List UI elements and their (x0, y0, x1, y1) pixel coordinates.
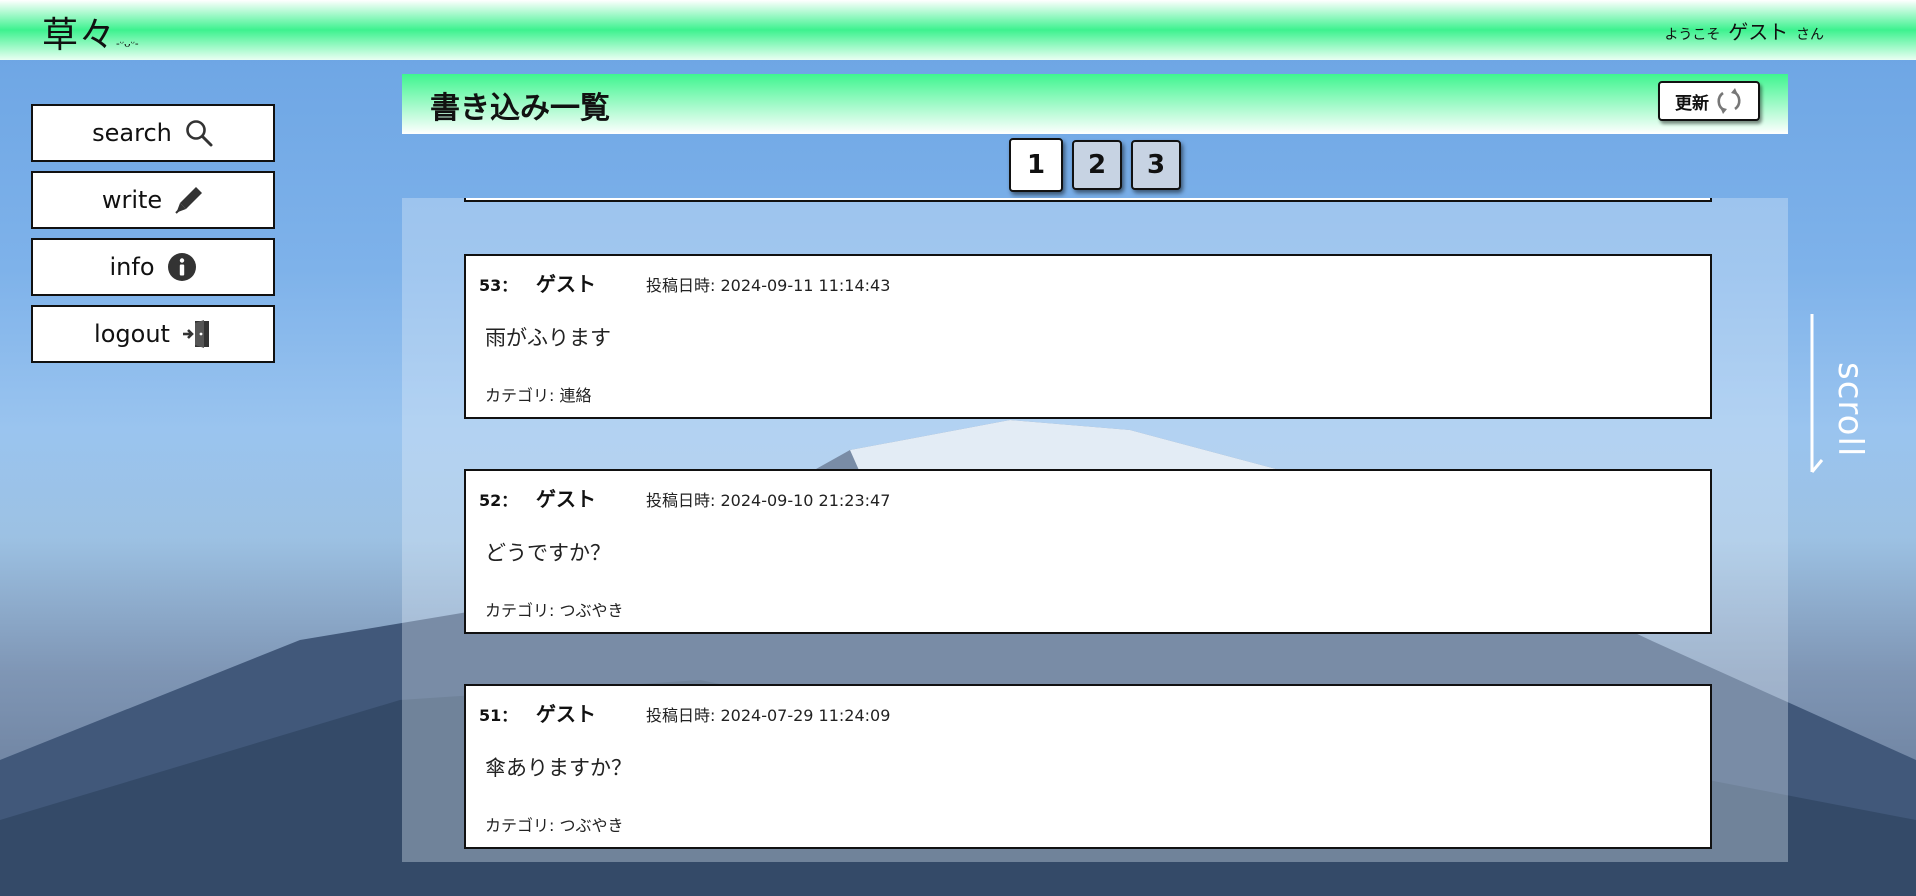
pagination: 1 2 3 (402, 134, 1788, 198)
search-label: search (92, 119, 172, 147)
post-card: 53： ゲスト 投稿日時: 2024-09-11 11:14:43 雨がふります… (464, 254, 1712, 419)
post-body: どうですか？ (485, 541, 611, 565)
post-number: 52： (479, 491, 518, 510)
scroll-label: scroll (1830, 362, 1870, 458)
page-button-3[interactable]: 3 (1131, 140, 1181, 190)
sidebar: search write info logout (31, 104, 277, 372)
post-card: 52： ゲスト 投稿日時: 2024-09-10 21:23:47 どうですか？… (464, 469, 1712, 634)
scroll-hint: scroll (1808, 312, 1878, 482)
post-date: 投稿日時: 2024-09-10 21:23:47 (646, 491, 891, 510)
search-button[interactable]: search (31, 104, 275, 162)
post-number: 51： (479, 706, 518, 725)
post-number: 53： (479, 276, 518, 295)
user-name: ゲスト (1728, 20, 1789, 44)
welcome-suffix: さん (1796, 27, 1824, 43)
post-date: 投稿日時: 2024-09-11 11:14:43 (646, 276, 891, 295)
refresh-label: 更新 (1675, 93, 1709, 114)
post-meta: 52： ゲスト 投稿日時: 2024-09-10 21:23:47 (479, 483, 890, 512)
logout-label: logout (94, 320, 170, 348)
write-button[interactable]: write (31, 171, 275, 229)
post-category: カテゴリ: つぶやき (485, 601, 624, 620)
page-button-1[interactable]: 1 (1009, 138, 1063, 192)
post-category: カテゴリ: 連絡 (485, 386, 592, 405)
page-button-2[interactable]: 2 (1072, 140, 1122, 190)
info-icon (167, 253, 196, 281)
post-meta: 53： ゲスト 投稿日時: 2024-09-11 11:14:43 (479, 268, 890, 297)
logout-icon (182, 320, 209, 348)
post-category: カテゴリ: つぶやき (485, 816, 624, 835)
pen-icon (175, 187, 203, 214)
post-date: 投稿日時: 2024-07-29 11:24:09 (646, 706, 891, 725)
post-body: 傘ありますか？ (485, 756, 632, 780)
post-author: ゲスト (536, 702, 596, 726)
refresh-icon (1717, 88, 1741, 114)
page-title: 書き込み一覧 (430, 91, 610, 126)
post-body: 雨がふります (485, 326, 611, 350)
previous-post-edge (464, 198, 1712, 202)
post-meta: 51： ゲスト 投稿日時: 2024-07-29 11:24:09 (479, 698, 890, 727)
header-bar: 草々-ᵕᴗᵕ- ようこそ ゲスト さん (0, 0, 1916, 60)
welcome-prefix: ようこそ (1664, 27, 1721, 43)
post-list-panel: 書き込み一覧 更新 1 2 3 53： ゲスト 投稿日時: 2024-09-11… (402, 74, 1788, 862)
logout-button[interactable]: logout (31, 305, 275, 363)
panel-header: 書き込み一覧 更新 (402, 74, 1788, 134)
info-button[interactable]: info (31, 238, 275, 296)
post-author: ゲスト (536, 487, 596, 511)
post-card: 51： ゲスト 投稿日時: 2024-07-29 11:24:09 傘ありますか… (464, 684, 1712, 849)
search-icon (186, 120, 213, 147)
post-list-scroll-area[interactable]: 53： ゲスト 投稿日時: 2024-09-11 11:14:43 雨がふります… (402, 198, 1788, 862)
info-label: info (109, 253, 155, 281)
welcome-message: ようこそ ゲスト さん (1664, 16, 1824, 45)
logo-face: -ᵕᴗᵕ- (116, 37, 139, 50)
site-logo[interactable]: 草々-ᵕᴗᵕ- (42, 6, 139, 58)
post-author: ゲスト (536, 272, 596, 296)
logo-text: 草々 (42, 15, 117, 56)
write-label: write (101, 186, 163, 214)
refresh-button[interactable]: 更新 (1658, 81, 1760, 121)
